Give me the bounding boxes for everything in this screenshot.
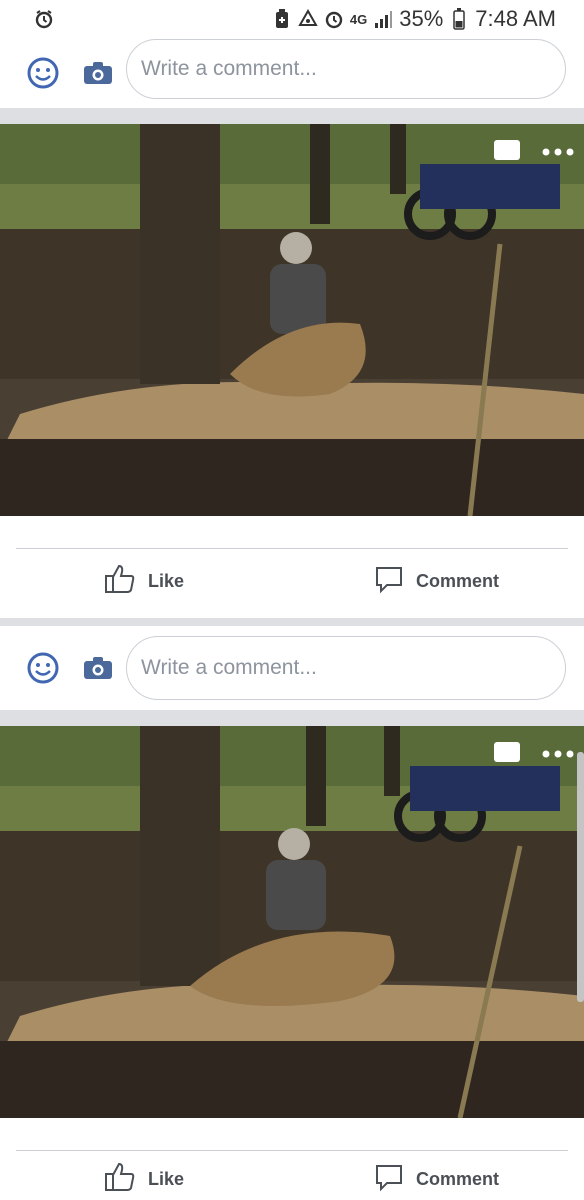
post-photo[interactable] xyxy=(0,124,584,516)
like-label: Like xyxy=(148,571,185,591)
thumbs-up-icon xyxy=(104,564,136,599)
comment-input[interactable]: Write a comment... xyxy=(126,636,566,700)
camera-icon[interactable] xyxy=(82,57,114,89)
comment-label: Comment xyxy=(416,571,500,591)
post-actions: Like Comment xyxy=(0,516,584,618)
comment-label: Comment xyxy=(416,1169,500,1189)
comment-button[interactable]: Comment xyxy=(374,1162,499,1197)
divider xyxy=(0,108,584,124)
post-actions: Like Comment xyxy=(0,1118,584,1200)
camera-icon[interactable] xyxy=(82,652,114,684)
battery-percent: 35% xyxy=(399,6,444,31)
like-label: Like xyxy=(148,1169,185,1189)
battery-icon xyxy=(449,8,469,30)
emoji-icon[interactable] xyxy=(26,651,60,685)
divider xyxy=(0,710,584,726)
like-button[interactable]: Like xyxy=(104,564,184,599)
clock: 7:48 AM xyxy=(475,6,556,31)
divider xyxy=(0,618,584,626)
status-bar: 4G 35% 7:48 AM xyxy=(0,0,584,38)
network-type: 4G xyxy=(349,11,368,27)
post-photo[interactable] xyxy=(0,726,584,1118)
tag-icon[interactable] xyxy=(494,742,520,762)
more-options-icon[interactable] xyxy=(542,750,574,758)
divider xyxy=(16,548,568,549)
comment-icon xyxy=(374,564,404,599)
thumbs-up-icon xyxy=(104,1162,136,1197)
recycle-icon xyxy=(298,9,318,29)
comment-icon xyxy=(374,1162,404,1197)
alarm-icon xyxy=(324,9,344,29)
signal-icon xyxy=(373,9,393,29)
divider xyxy=(16,1150,568,1151)
comment-composer: Write a comment... xyxy=(0,38,584,108)
comment-button[interactable]: Comment xyxy=(374,564,499,599)
scrollbar[interactable] xyxy=(577,752,584,1002)
tag-icon[interactable] xyxy=(494,140,520,160)
like-button[interactable]: Like xyxy=(104,1162,184,1197)
more-options-icon[interactable] xyxy=(542,148,574,156)
comment-input[interactable]: Write a comment... xyxy=(126,39,566,99)
alarm-icon xyxy=(34,9,54,29)
emoji-icon[interactable] xyxy=(26,56,60,90)
battery-saver-icon xyxy=(272,9,292,29)
comment-composer: Write a comment... xyxy=(0,626,584,710)
